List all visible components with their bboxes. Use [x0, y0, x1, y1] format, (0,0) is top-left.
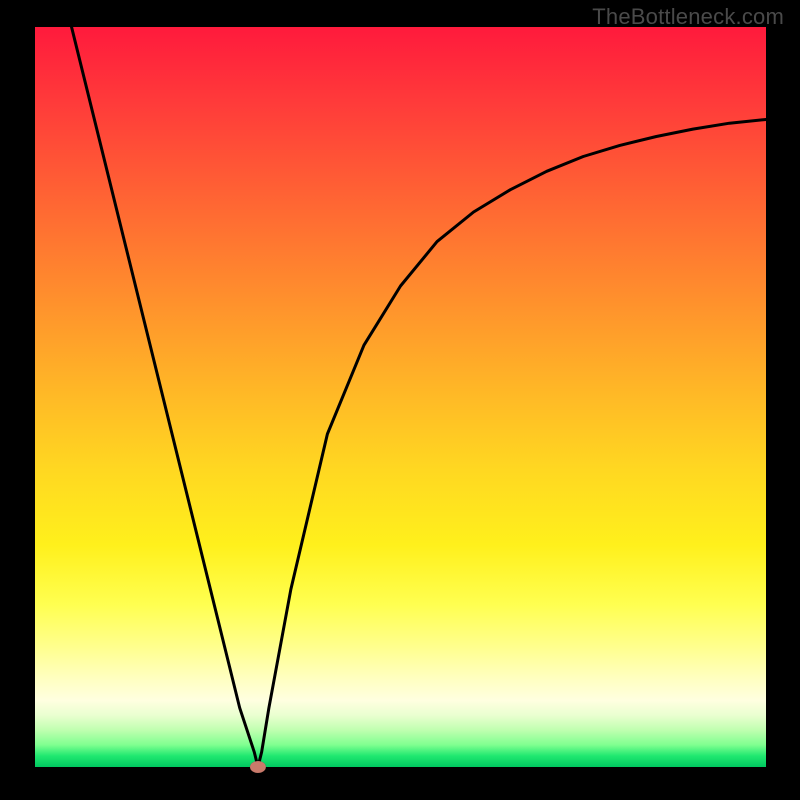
bottleneck-curve — [72, 27, 766, 767]
plot-area — [35, 27, 766, 767]
watermark-text: TheBottleneck.com — [592, 4, 784, 30]
chart-frame: TheBottleneck.com — [0, 0, 800, 800]
curve-svg — [35, 27, 766, 767]
optimal-point-marker — [250, 761, 266, 773]
